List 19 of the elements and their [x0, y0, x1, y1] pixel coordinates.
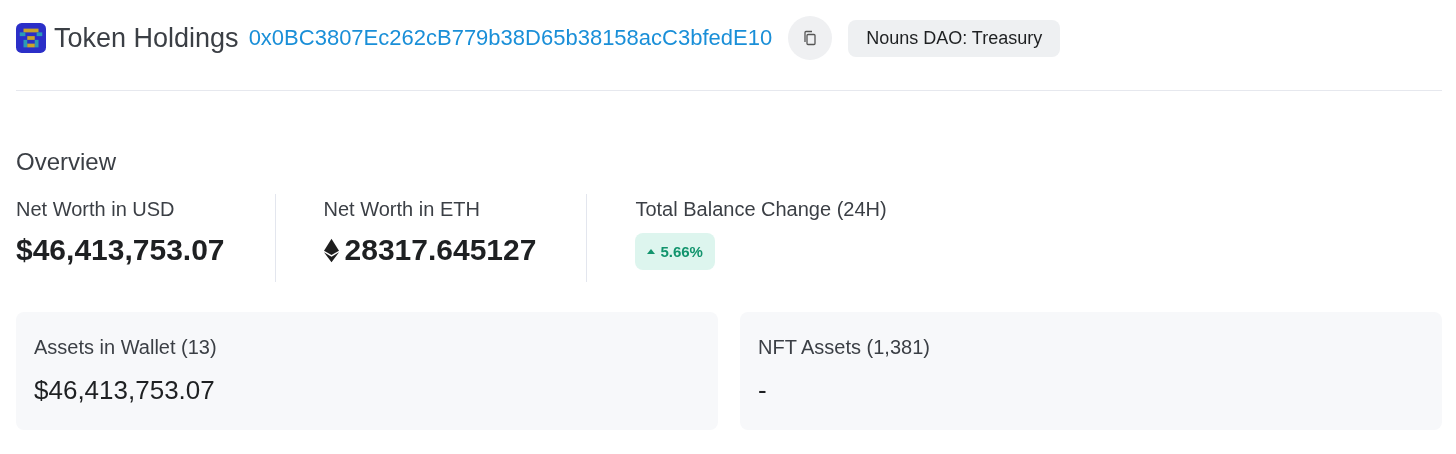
ethereum-icon: [323, 237, 339, 263]
copy-button[interactable]: [788, 16, 833, 60]
section-title: Overview: [16, 148, 118, 176]
address-link[interactable]: 0x0BC3807Ec262cB779b38D65b38158acC3bfedE10: [248, 25, 773, 51]
stat-value: $46,413,753.07: [16, 233, 225, 267]
card-value: -: [758, 375, 768, 406]
stat-label: Total Balance Change (24H): [635, 198, 887, 221]
name-tag: Nouns DAO: Treasury: [848, 19, 1061, 57]
up-triangle-icon: [647, 249, 656, 254]
card-value: $46,413,753.07: [34, 375, 216, 406]
stat-label: Net Worth in ETH: [323, 198, 481, 221]
logo-icon: [16, 23, 46, 53]
page-title: Token Holdings: [54, 22, 239, 54]
change-badge: 5.66%: [635, 233, 715, 270]
copy-icon: [802, 30, 819, 46]
stat-value: 28317.645127: [344, 233, 537, 267]
card-label: Assets in Wallet (13): [34, 336, 218, 359]
card-label: NFT Assets (1,381): [758, 336, 931, 359]
stat-label: Net Worth in USD: [16, 198, 176, 221]
